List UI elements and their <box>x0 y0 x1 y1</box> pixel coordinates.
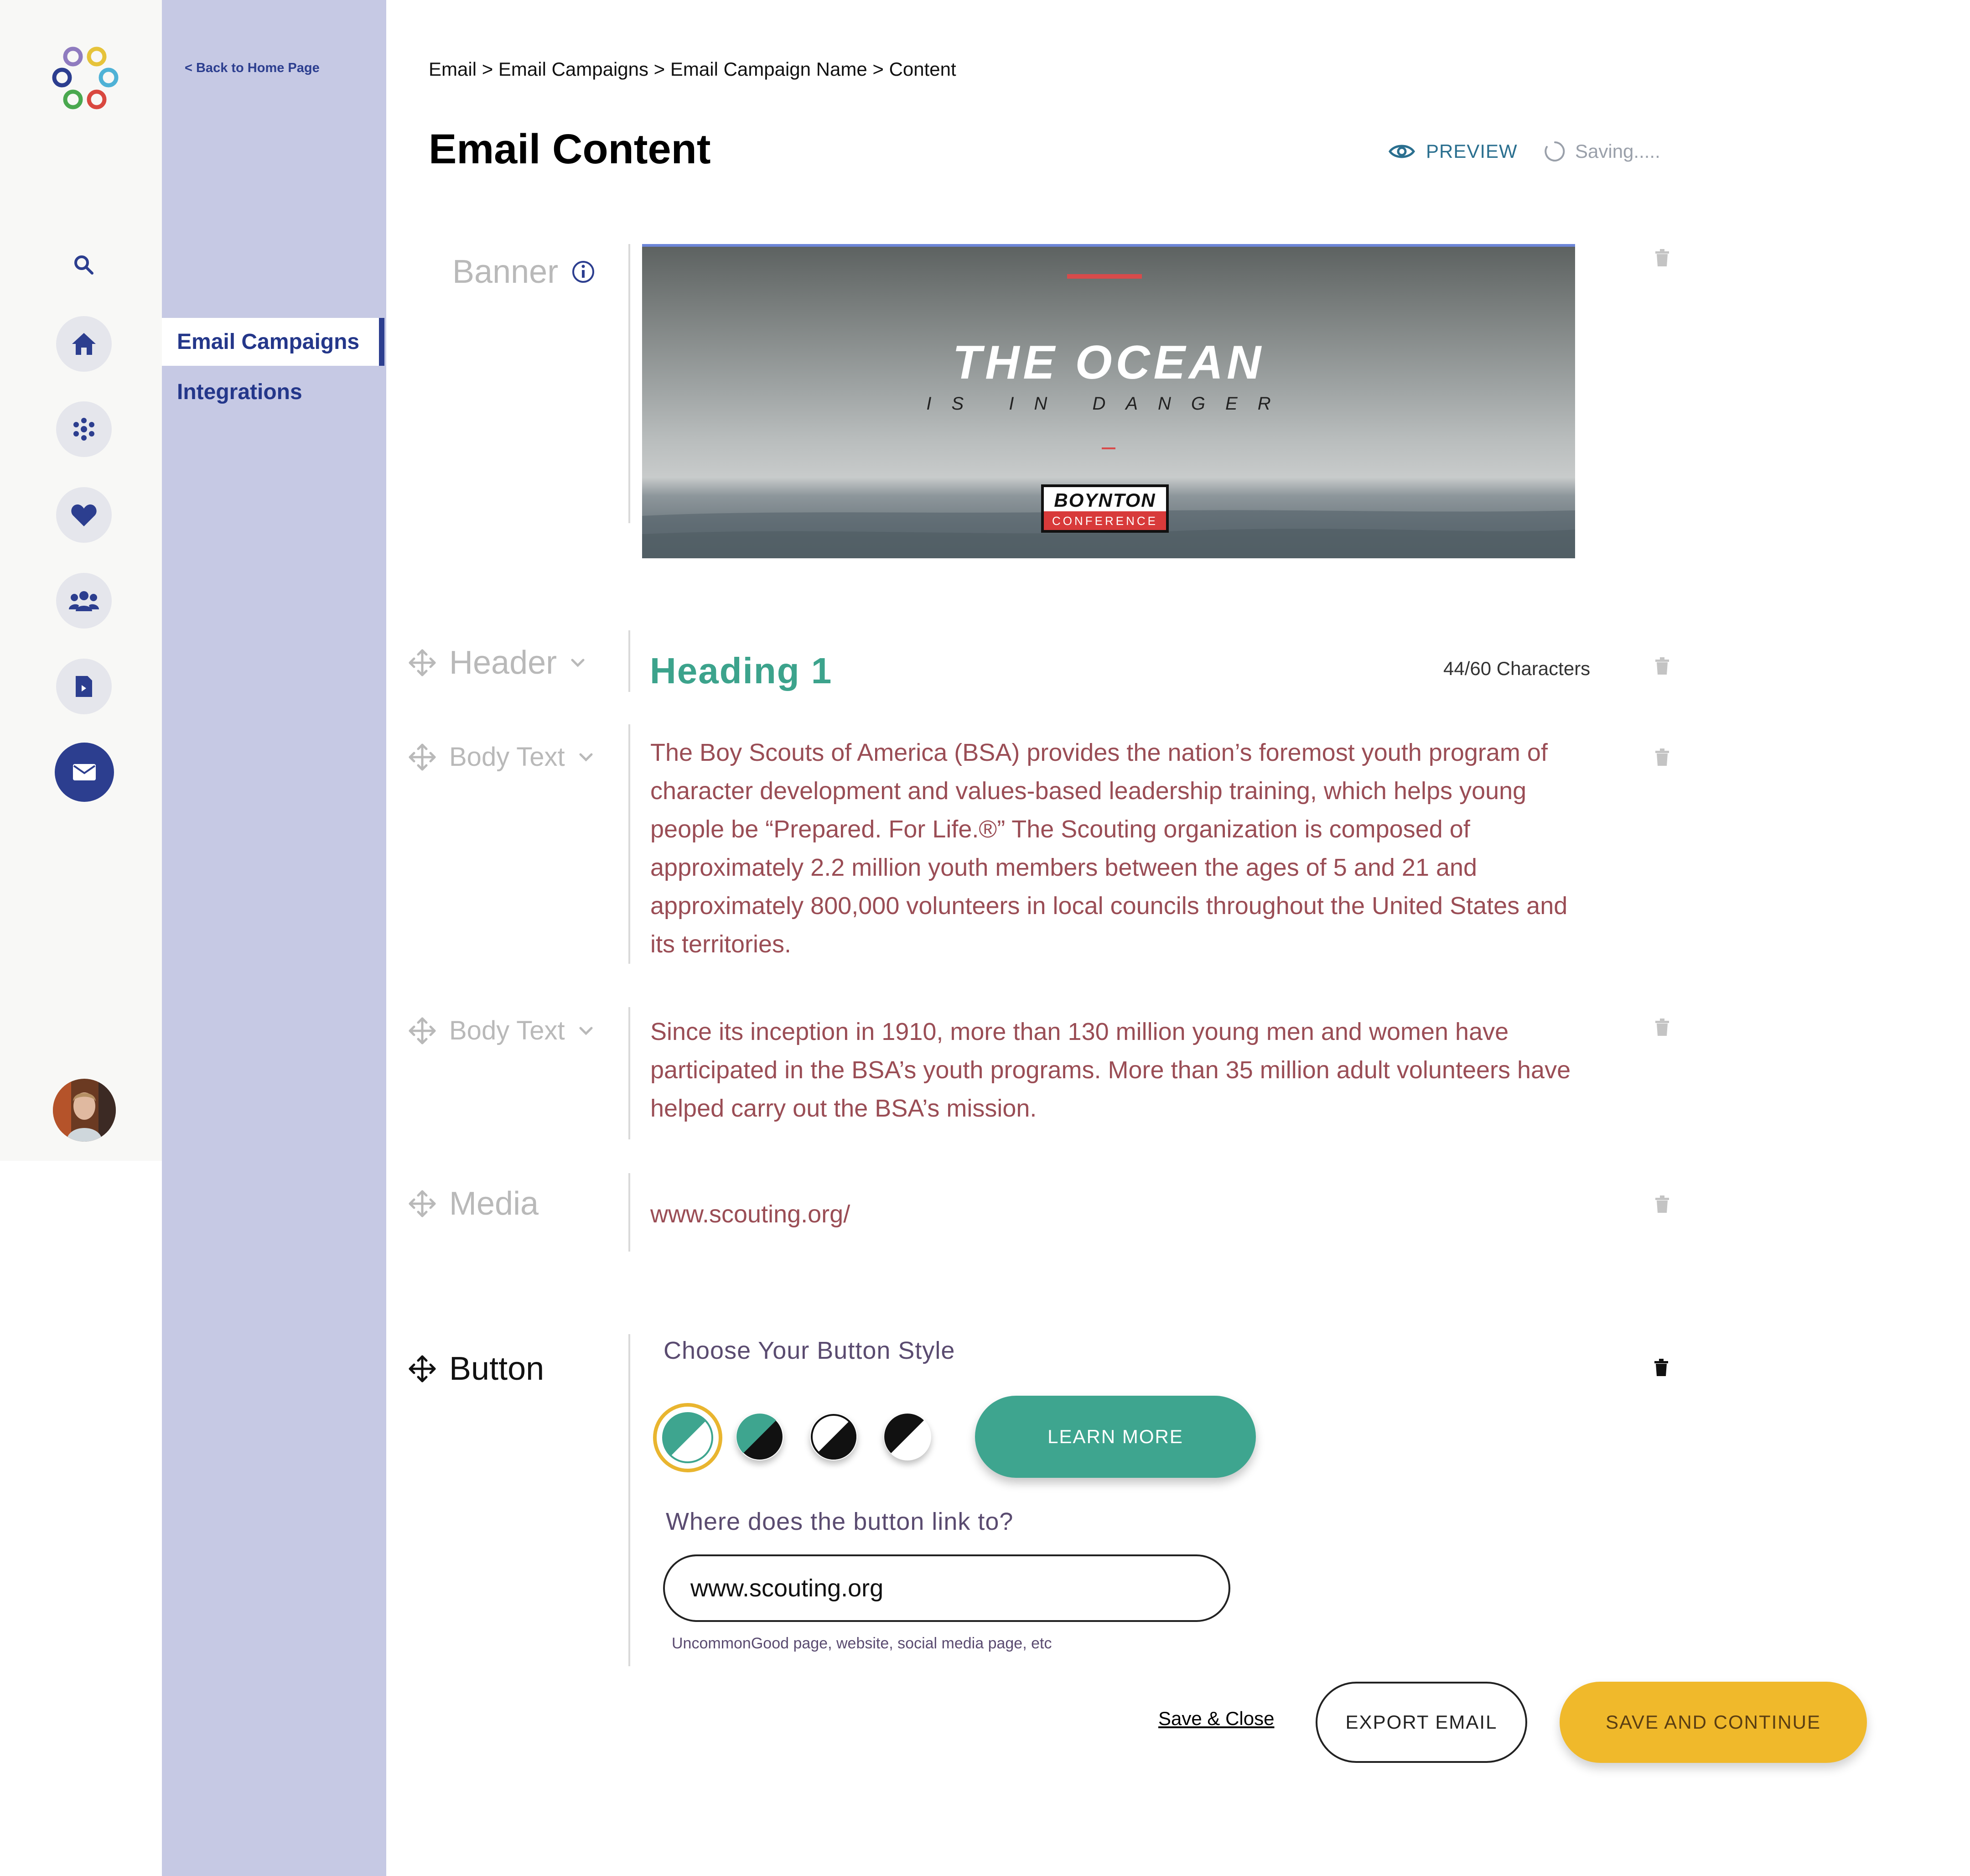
block-divider <box>628 1334 630 1666</box>
button-link-question: Where does the button link to? <box>666 1508 1014 1535</box>
community-nav-button[interactable] <box>56 573 112 629</box>
banner-subheadline: IS IN DANGER <box>926 394 1291 414</box>
body-text-content[interactable]: The Boy Scouts of America (BSA) provides… <box>650 733 1585 963</box>
home-icon <box>72 333 96 355</box>
media-url[interactable]: www.scouting.org/ <box>650 1195 1585 1233</box>
nav-item-email-campaigns[interactable]: Email Campaigns <box>162 318 384 366</box>
media-block-label: Media <box>408 1185 539 1222</box>
block-divider <box>628 1173 630 1252</box>
heart-icon <box>71 504 97 526</box>
breadcrumb: Email > Email Campaigns > Email Campaign… <box>429 58 956 80</box>
delete-banner-icon[interactable] <box>1654 249 1670 267</box>
save-and-continue-button[interactable]: SAVE AND CONTINUE <box>1560 1682 1867 1763</box>
chevron-down-icon[interactable] <box>578 1025 594 1036</box>
email-nav-button[interactable] <box>55 743 114 802</box>
banner-headline: THE OCEAN <box>952 336 1265 389</box>
saving-label: Saving..... <box>1575 140 1660 162</box>
banner-image[interactable]: THE OCEAN IS IN DANGER BOYNTON CONFERENC… <box>642 244 1575 558</box>
button-style-teal-light[interactable] <box>651 1401 724 1474</box>
block-divider <box>628 630 630 692</box>
choose-button-style-title: Choose Your Button Style <box>664 1337 955 1364</box>
block-divider <box>628 244 630 523</box>
body-text-block-label: Body Text <box>408 1015 594 1046</box>
search-icon[interactable] <box>73 254 94 275</box>
header-label: Header <box>449 644 557 681</box>
block-divider <box>628 724 630 964</box>
document-icon <box>76 676 92 697</box>
eye-icon <box>1389 145 1415 158</box>
button-style-teal-dark[interactable] <box>736 1413 783 1460</box>
banner-label: Banner <box>452 254 559 290</box>
export-email-button[interactable]: EXPORT EMAIL <box>1316 1682 1527 1763</box>
mail-icon <box>73 764 96 780</box>
chevron-down-icon[interactable] <box>578 752 594 763</box>
button-style-dark-white[interactable] <box>884 1413 931 1460</box>
button-block-label: Button <box>408 1350 544 1388</box>
drag-handle-icon[interactable] <box>408 743 436 771</box>
body-text-block-label: Body Text <box>408 742 594 772</box>
app-logo[interactable] <box>49 46 122 114</box>
button-link-hint: UncommonGood page, website, social media… <box>672 1635 1052 1652</box>
preview-label: PREVIEW <box>1426 140 1518 162</box>
drag-handle-icon[interactable] <box>408 1355 436 1383</box>
banner-logo-bottom: CONFERENCE <box>1052 514 1158 528</box>
favorites-nav-button[interactable] <box>56 487 112 543</box>
header-block-label: Header <box>408 644 586 681</box>
delete-media-icon[interactable] <box>1654 1195 1670 1213</box>
save-and-close-link[interactable]: Save & Close <box>1158 1708 1274 1730</box>
button-style-white-dark[interactable] <box>810 1413 857 1460</box>
body-text-label: Body Text <box>449 1016 565 1045</box>
preview-button[interactable]: PREVIEW <box>1389 140 1518 162</box>
heading-input[interactable]: Heading 1 <box>650 650 832 692</box>
nav-item-integrations[interactable]: Integrations <box>162 368 384 416</box>
banner-logo-top: BOYNTON <box>1054 489 1156 511</box>
delete-body-text-icon[interactable] <box>1654 748 1670 766</box>
body-text-content[interactable]: Since its inception in 1910, more than 1… <box>650 1013 1585 1128</box>
block-divider <box>628 1007 630 1139</box>
body-text-label: Body Text <box>449 742 565 772</box>
people-icon <box>69 591 99 611</box>
back-to-home-link[interactable]: < Back to Home Page <box>185 61 320 76</box>
info-icon[interactable] <box>571 260 596 284</box>
chevron-down-icon[interactable] <box>570 657 586 668</box>
delete-body-text-icon[interactable] <box>1654 1018 1670 1036</box>
drag-handle-icon[interactable] <box>408 1017 436 1045</box>
delete-button-block-icon[interactable] <box>1654 1358 1669 1377</box>
media-label: Media <box>449 1185 539 1222</box>
character-count: 44/60 Characters <box>1443 658 1591 679</box>
spinner-icon <box>1545 141 1565 161</box>
button-link-input[interactable] <box>663 1554 1230 1622</box>
network-nav-button[interactable] <box>56 401 112 457</box>
button-label: Button <box>449 1351 544 1387</box>
network-icon <box>73 418 94 441</box>
user-avatar[interactable] <box>53 1079 116 1142</box>
banner-block-label: Banner <box>452 253 596 291</box>
documents-nav-button[interactable] <box>56 659 112 714</box>
drag-handle-icon[interactable] <box>408 1190 436 1218</box>
sub-navigation <box>162 0 386 1876</box>
drag-handle-icon[interactable] <box>408 649 436 677</box>
button-preview[interactable]: LEARN MORE <box>975 1396 1256 1478</box>
saving-status: Saving..... <box>1544 140 1660 162</box>
home-nav-button[interactable] <box>56 316 112 372</box>
delete-header-icon[interactable] <box>1654 657 1670 675</box>
icon-rail <box>0 0 162 1161</box>
page-title: Email Content <box>429 126 711 172</box>
